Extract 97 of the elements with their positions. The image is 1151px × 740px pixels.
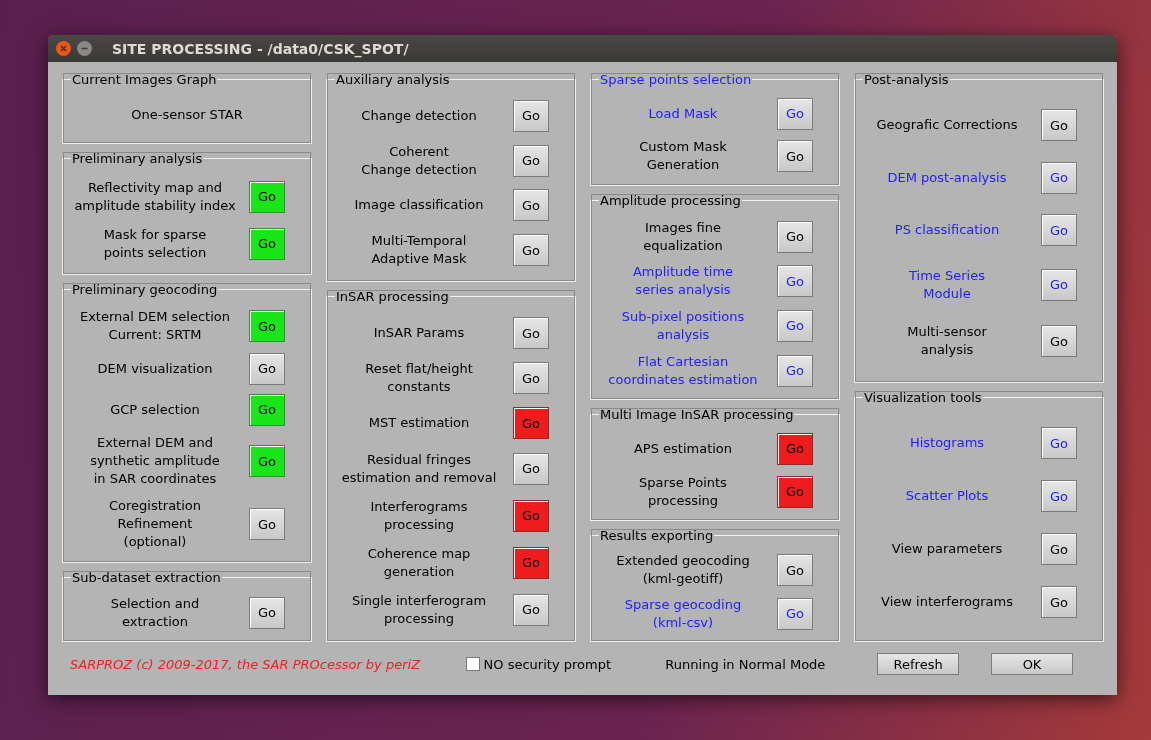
step-label: APS estimation [632,440,734,458]
step-label: MST estimation [367,414,471,433]
go-button[interactable]: Go [249,445,285,478]
go-button[interactable]: Go [1041,325,1077,358]
go-button[interactable]: Go [777,554,813,587]
go-button[interactable]: Go [513,234,549,267]
go-button[interactable]: Go [777,433,813,465]
go-button[interactable]: Go [513,362,549,395]
step-label: Mask for sparse points selection [102,225,208,262]
step-label: Selection and extraction [109,594,201,631]
go-button[interactable]: Go [777,265,813,298]
panel-title: Auxiliary analysis [335,72,451,87]
go-button[interactable]: Go [777,597,813,630]
step-label: View parameters [890,540,1004,559]
step-label: DEM visualization [96,359,214,378]
go-button[interactable]: Go [1041,268,1077,301]
panel-title: Preliminary analysis [71,151,204,167]
go-button[interactable]: Go [777,354,813,387]
go-button[interactable]: Go [513,317,549,350]
step-label: External DEM selection Current: SRTM [78,308,232,345]
step-label: GCP selection [109,400,201,419]
go-button[interactable]: Go [513,144,549,177]
go-button[interactable]: Go [777,220,813,253]
security-checkbox[interactable]: NO security prompt [465,656,666,672]
graph-label: One-sensor STAR [130,106,244,125]
panel-title: Post-analysis [863,72,950,87]
step-label: Single interferogram processing [350,591,488,628]
go-button[interactable]: Go [777,140,813,173]
go-button[interactable]: Go [249,227,285,260]
step-label: Coregistration Refinement (optional) [107,497,202,552]
step-label: Time Series Module [908,266,986,303]
step-label: Flat Cartesian coordinates estimation [607,352,759,389]
panel-title: Visualization tools [863,389,983,405]
panel-title: Multi Image InSAR processing [599,407,795,423]
go-button[interactable]: Go [249,596,285,629]
step-label: Coherence map generation [366,544,472,581]
go-button[interactable]: Go [1041,161,1077,194]
footer-button[interactable]: Refresh [877,653,960,675]
copyright-text: SARPROZ (c) 2009-2017, the SAR PROcessor by periZ [70,656,422,672]
go-button[interactable]: Go [249,352,285,385]
go-button[interactable]: Go [1041,480,1077,513]
panel-title: Sub-dataset extraction [71,569,222,585]
go-button[interactable]: Go [513,546,549,579]
step-label: Histograms [908,434,986,453]
step-label: Amplitude time series analysis [631,263,735,300]
panel-title: Results exporting [599,528,715,544]
footer-button[interactable]: OK [991,653,1073,675]
go-button[interactable]: Go [513,452,549,485]
panel-title: Current Images Graph [71,72,218,87]
go-button[interactable]: Go [249,310,285,343]
step-label: Scatter Plots [904,487,990,506]
go-button[interactable]: Go [1041,214,1077,247]
panel-title: Sparse points selection [599,72,753,87]
step-label: Residual fringes estimation and removal [340,450,498,487]
step-label: Load Mask [647,104,719,123]
panel-title: InSAR processing [335,289,450,305]
panel-title: Amplitude processing [599,192,742,208]
step-label: Sparse Points processing [638,473,728,510]
go-button[interactable]: Go [1041,109,1077,142]
go-button[interactable]: Go [1041,586,1077,619]
step-label: Geografic Corrections [875,116,1019,135]
go-button[interactable]: Go [777,309,813,342]
step-label: Images fine equalization [642,218,724,255]
step-label: Multi-Temporal Adaptive Mask [370,232,468,269]
step-label: Reflectivity map and amplitude stability index [73,178,237,215]
step-label: Multi-sensor analysis [906,323,988,360]
go-button[interactable]: Go [513,189,549,222]
go-button[interactable]: Go [249,180,285,213]
step-label: Extended geocoding (kml-geotiff) [615,552,751,589]
go-button[interactable]: Go [249,508,285,541]
step-label: View interferograms [880,593,1014,612]
step-label: PS classification [893,221,1001,240]
close-icon[interactable] [56,41,71,56]
panel-title: Preliminary geocoding [71,282,219,298]
step-label: Custom Mask Generation [638,138,728,175]
go-button[interactable]: Go [513,407,549,440]
step-label: Change detection [360,106,478,125]
go-button[interactable]: Go [513,99,549,132]
mode-status: Running in Normal Mode [665,656,827,672]
step-label: Coherent Change detection [360,142,478,179]
go-button[interactable]: Go [513,499,549,532]
window-title: SITE PROCESSING - /data0/CSK_SPOT/ [112,40,409,57]
go-button[interactable]: Go [249,393,285,426]
step-label: External DEM and synthetic amplitude in SAR coordinates [89,434,221,489]
go-button[interactable]: Go [1041,427,1077,460]
minimize-icon[interactable] [77,41,92,56]
step-label: Image classification [353,196,485,215]
step-label: InSAR Params [372,324,466,343]
step-label: Sub-pixel positions analysis [620,307,746,344]
go-button[interactable]: Go [777,475,813,508]
step-label: Sparse geocoding (kml-csv) [623,595,743,632]
go-button[interactable]: Go [513,593,549,626]
step-label: DEM post-analysis [886,168,1008,187]
go-button[interactable]: Go [777,97,813,130]
step-label: Reset flat/height constants [364,360,474,397]
go-button[interactable]: Go [1041,533,1077,566]
step-label: Interferograms processing [369,497,469,534]
